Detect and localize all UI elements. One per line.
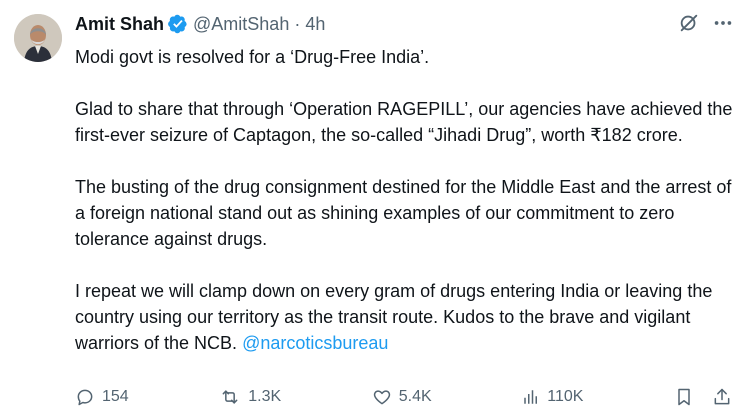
repost-icon [219, 387, 241, 407]
views-icon [522, 387, 540, 407]
views-count: 110K [547, 388, 584, 405]
grok-icon[interactable] [678, 12, 700, 34]
avatar-image [14, 14, 62, 62]
tweet-paragraph: Modi govt is resolved for a ‘Drug-Free I… [75, 47, 430, 67]
author-name[interactable]: Amit Shah [75, 13, 164, 35]
repost-count: 1.3K [248, 388, 282, 405]
reply-icon [75, 387, 95, 407]
bookmark-button[interactable] [674, 386, 694, 408]
tweet-text: Modi govt is resolved for a ‘Drug-Free I… [75, 44, 735, 382]
mention-link[interactable]: @narcoticsbureau [242, 333, 388, 353]
avatar[interactable] [14, 14, 62, 62]
top-actions [678, 12, 734, 34]
views-button[interactable]: 110K [522, 387, 583, 407]
tweet-paragraph: Glad to share that through ‘Operation RA… [75, 99, 733, 145]
action-bar: 154 1.3K 5.4K 110K [75, 386, 732, 408]
tweet-paragraph-last: I repeat we will clamp down on every gra… [75, 278, 735, 356]
like-button[interactable]: 5.4K [372, 387, 432, 407]
tweet-header: Amit Shah @AmitShah · 4h [75, 13, 325, 35]
separator-dot: · [294, 14, 301, 34]
share-icon [712, 386, 732, 408]
more-icon[interactable] [712, 12, 734, 34]
share-button[interactable] [712, 386, 732, 408]
bookmark-icon [674, 386, 694, 408]
right-actions [674, 386, 732, 408]
verified-badge-icon [168, 14, 188, 34]
reply-button[interactable]: 154 [75, 387, 129, 407]
reply-count: 154 [102, 388, 129, 405]
author-handle[interactable]: @AmitShah [193, 13, 289, 35]
like-icon [372, 387, 392, 407]
post-time[interactable]: 4h [305, 13, 325, 35]
tweet-paragraph: The busting of the drug consignment dest… [75, 177, 732, 249]
repost-button[interactable]: 1.3K [219, 387, 281, 407]
like-count: 5.4K [398, 388, 432, 405]
tweet-paragraph-text: I repeat we will clamp down on every gra… [75, 281, 713, 353]
